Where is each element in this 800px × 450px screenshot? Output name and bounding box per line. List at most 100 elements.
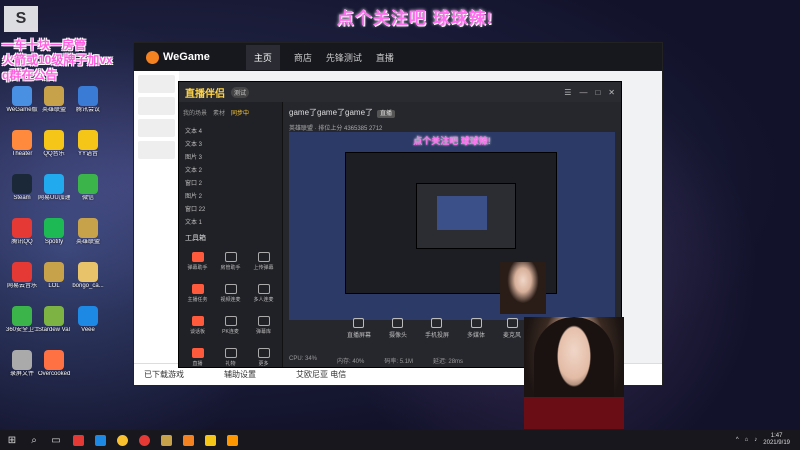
- stream-title-text[interactable]: game了game了game了: [289, 108, 373, 117]
- music-icon[interactable]: [134, 431, 154, 449]
- sidebar-item[interactable]: [138, 119, 175, 137]
- minimize-icon[interactable]: —: [579, 88, 587, 97]
- tool-button[interactable]: 谈话板: [183, 313, 212, 341]
- tool-label: 上传弹幕: [253, 265, 274, 271]
- scene-item[interactable]: 文本 2: [179, 162, 282, 175]
- scene-item[interactable]: 窗口 22: [179, 201, 282, 214]
- tab-home[interactable]: 主页: [245, 44, 280, 70]
- desktop-icon-image: [12, 174, 32, 194]
- folder-icon-shape: [204, 434, 216, 446]
- volume-icon[interactable]: ♪: [754, 437, 757, 444]
- tool-button[interactable]: 直播: [183, 345, 212, 373]
- tab-syncing[interactable]: 同步中: [231, 108, 249, 117]
- desktop-icon[interactable]: WeGame版: [6, 86, 38, 114]
- lol-icon-shape: [160, 434, 172, 446]
- desktop-icon[interactable]: 网易UU加速: [38, 174, 70, 202]
- wegame-logo-text: WeGame: [163, 51, 210, 63]
- desktop-icon[interactable]: 腾讯QQ: [6, 218, 38, 246]
- desktop-icon-label: WeGame版: [6, 107, 38, 113]
- edge-icon[interactable]: [90, 431, 110, 449]
- desktop-icon[interactable]: 英雄联盟: [38, 86, 70, 114]
- live-toolbar-icon: [506, 317, 518, 328]
- scene-item[interactable]: 文本 4: [179, 123, 282, 136]
- desktop-icon[interactable]: 英雄联盟: [72, 218, 104, 246]
- desktop-icon-label: YY语音: [77, 151, 98, 157]
- tool-icon: [257, 348, 270, 358]
- wegame-taskbar-icon[interactable]: [178, 431, 198, 449]
- clock[interactable]: 1:47 2021/9/19: [763, 433, 790, 447]
- tool-icon: [224, 348, 237, 358]
- tool-button[interactable]: PK连麦: [216, 313, 245, 341]
- tab-materials[interactable]: 素材: [213, 108, 225, 117]
- tray-up-icon[interactable]: ^: [736, 437, 739, 444]
- desktop-icon[interactable]: Steam: [6, 174, 38, 202]
- desktop-icon[interactable]: 微信: [72, 174, 104, 202]
- scene-item[interactable]: 文本 3: [179, 136, 282, 149]
- tool-label: 谈话板: [189, 329, 205, 335]
- search-icon[interactable]: ⌕: [24, 431, 44, 449]
- taskview-icon[interactable]: ▭: [46, 431, 66, 449]
- downloaded-games-label[interactable]: 已下载游戏: [144, 369, 184, 380]
- tool-button[interactable]: 主播任务: [183, 281, 212, 309]
- tab-pioneer[interactable]: 先锋测试: [326, 45, 362, 70]
- desktop-icon-label: 网易UU加速: [38, 195, 70, 201]
- desktop-icon[interactable]: Stardew Valley: [38, 306, 70, 334]
- tool-icon: [224, 316, 237, 326]
- desktop-icon[interactable]: Overcooked 2: [38, 350, 70, 378]
- tab-store[interactable]: 商店: [294, 45, 312, 70]
- server-label[interactable]: 艾欧尼亚 电信: [296, 369, 346, 380]
- netease-icon[interactable]: [68, 431, 88, 449]
- live-logo: 直播伴侣: [185, 88, 225, 100]
- tool-button[interactable]: 视频连麦: [216, 281, 245, 309]
- tab-live[interactable]: 直播: [376, 45, 394, 70]
- close-icon[interactable]: ✕: [608, 88, 615, 97]
- tool-button[interactable]: 上传弹幕: [249, 249, 278, 277]
- tool-button[interactable]: 礼物: [216, 345, 245, 373]
- scene-item[interactable]: 窗口 2: [179, 175, 282, 188]
- tool-button[interactable]: 弹幕库: [249, 313, 278, 341]
- live-toolbar-button[interactable]: 直播屏幕: [347, 317, 371, 339]
- desktop-icon[interactable]: Theater: [6, 130, 38, 158]
- lol-icon[interactable]: [156, 431, 176, 449]
- live-toolbar-button[interactable]: 麦克风: [503, 317, 521, 339]
- status-item: CPU: 34%: [289, 356, 318, 362]
- desktop-icon-image: [12, 218, 32, 238]
- sidebar-item[interactable]: [138, 75, 175, 93]
- desktop-icon[interactable]: YY语音: [72, 130, 104, 158]
- menu-icon[interactable]: ☰: [564, 88, 571, 97]
- desktop-icon[interactable]: 网易云音乐: [6, 262, 38, 290]
- live-toolbar-button[interactable]: 摄像头: [389, 317, 407, 339]
- wegame-taskbar-icon-shape: [182, 434, 194, 446]
- tool-button[interactable]: 多人连麦: [249, 281, 278, 309]
- desktop-icon[interactable]: LOL: [38, 262, 70, 290]
- desktop-icon[interactable]: Spotify: [38, 218, 70, 246]
- desktop-icon[interactable]: bongo_ca...: [72, 262, 104, 290]
- live-taskbar-icon[interactable]: [222, 431, 242, 449]
- wegame-logo[interactable]: WeGame: [146, 50, 210, 64]
- live-toolbar-button[interactable]: 多媒体: [467, 317, 485, 339]
- chrome-icon[interactable]: [112, 431, 132, 449]
- start-button[interactable]: ⊞: [2, 431, 22, 449]
- network-icon[interactable]: ⌂: [745, 437, 749, 444]
- desktop-icon[interactable]: 360安全卫士: [6, 306, 38, 334]
- desktop-icon[interactable]: Veee: [72, 306, 104, 334]
- sidebar-item[interactable]: [138, 97, 175, 115]
- desktop-icon[interactable]: QQ音乐: [38, 130, 70, 158]
- scene-item[interactable]: 文本 1: [179, 214, 282, 227]
- folder-icon[interactable]: [200, 431, 220, 449]
- tool-button[interactable]: 房管助手: [216, 249, 245, 277]
- tab-my-scenes[interactable]: 我的场景: [183, 108, 207, 117]
- desktop-icon-label: 360安全卫士: [6, 327, 38, 333]
- desktop-icon-label: Steam: [13, 195, 31, 201]
- tool-button[interactable]: 更多: [249, 345, 278, 373]
- sidebar-item[interactable]: [138, 141, 175, 159]
- desktop-icon-label: Spotify: [44, 239, 64, 245]
- maximize-icon[interactable]: □: [595, 88, 600, 97]
- live-toolbar-button[interactable]: 手机投屏: [425, 317, 449, 339]
- tool-button[interactable]: 弹幕助手: [183, 249, 212, 277]
- scene-item[interactable]: 图片 2: [179, 188, 282, 201]
- taskbar: ⊞ ⌕ ▭ ^ ⌂ ♪ 1:47 2021/9/19: [0, 430, 800, 450]
- desktop-icon[interactable]: 腾讯会议: [72, 86, 104, 114]
- scene-item[interactable]: 图片 3: [179, 149, 282, 162]
- desktop-icon[interactable]: 录屏文件: [6, 350, 38, 378]
